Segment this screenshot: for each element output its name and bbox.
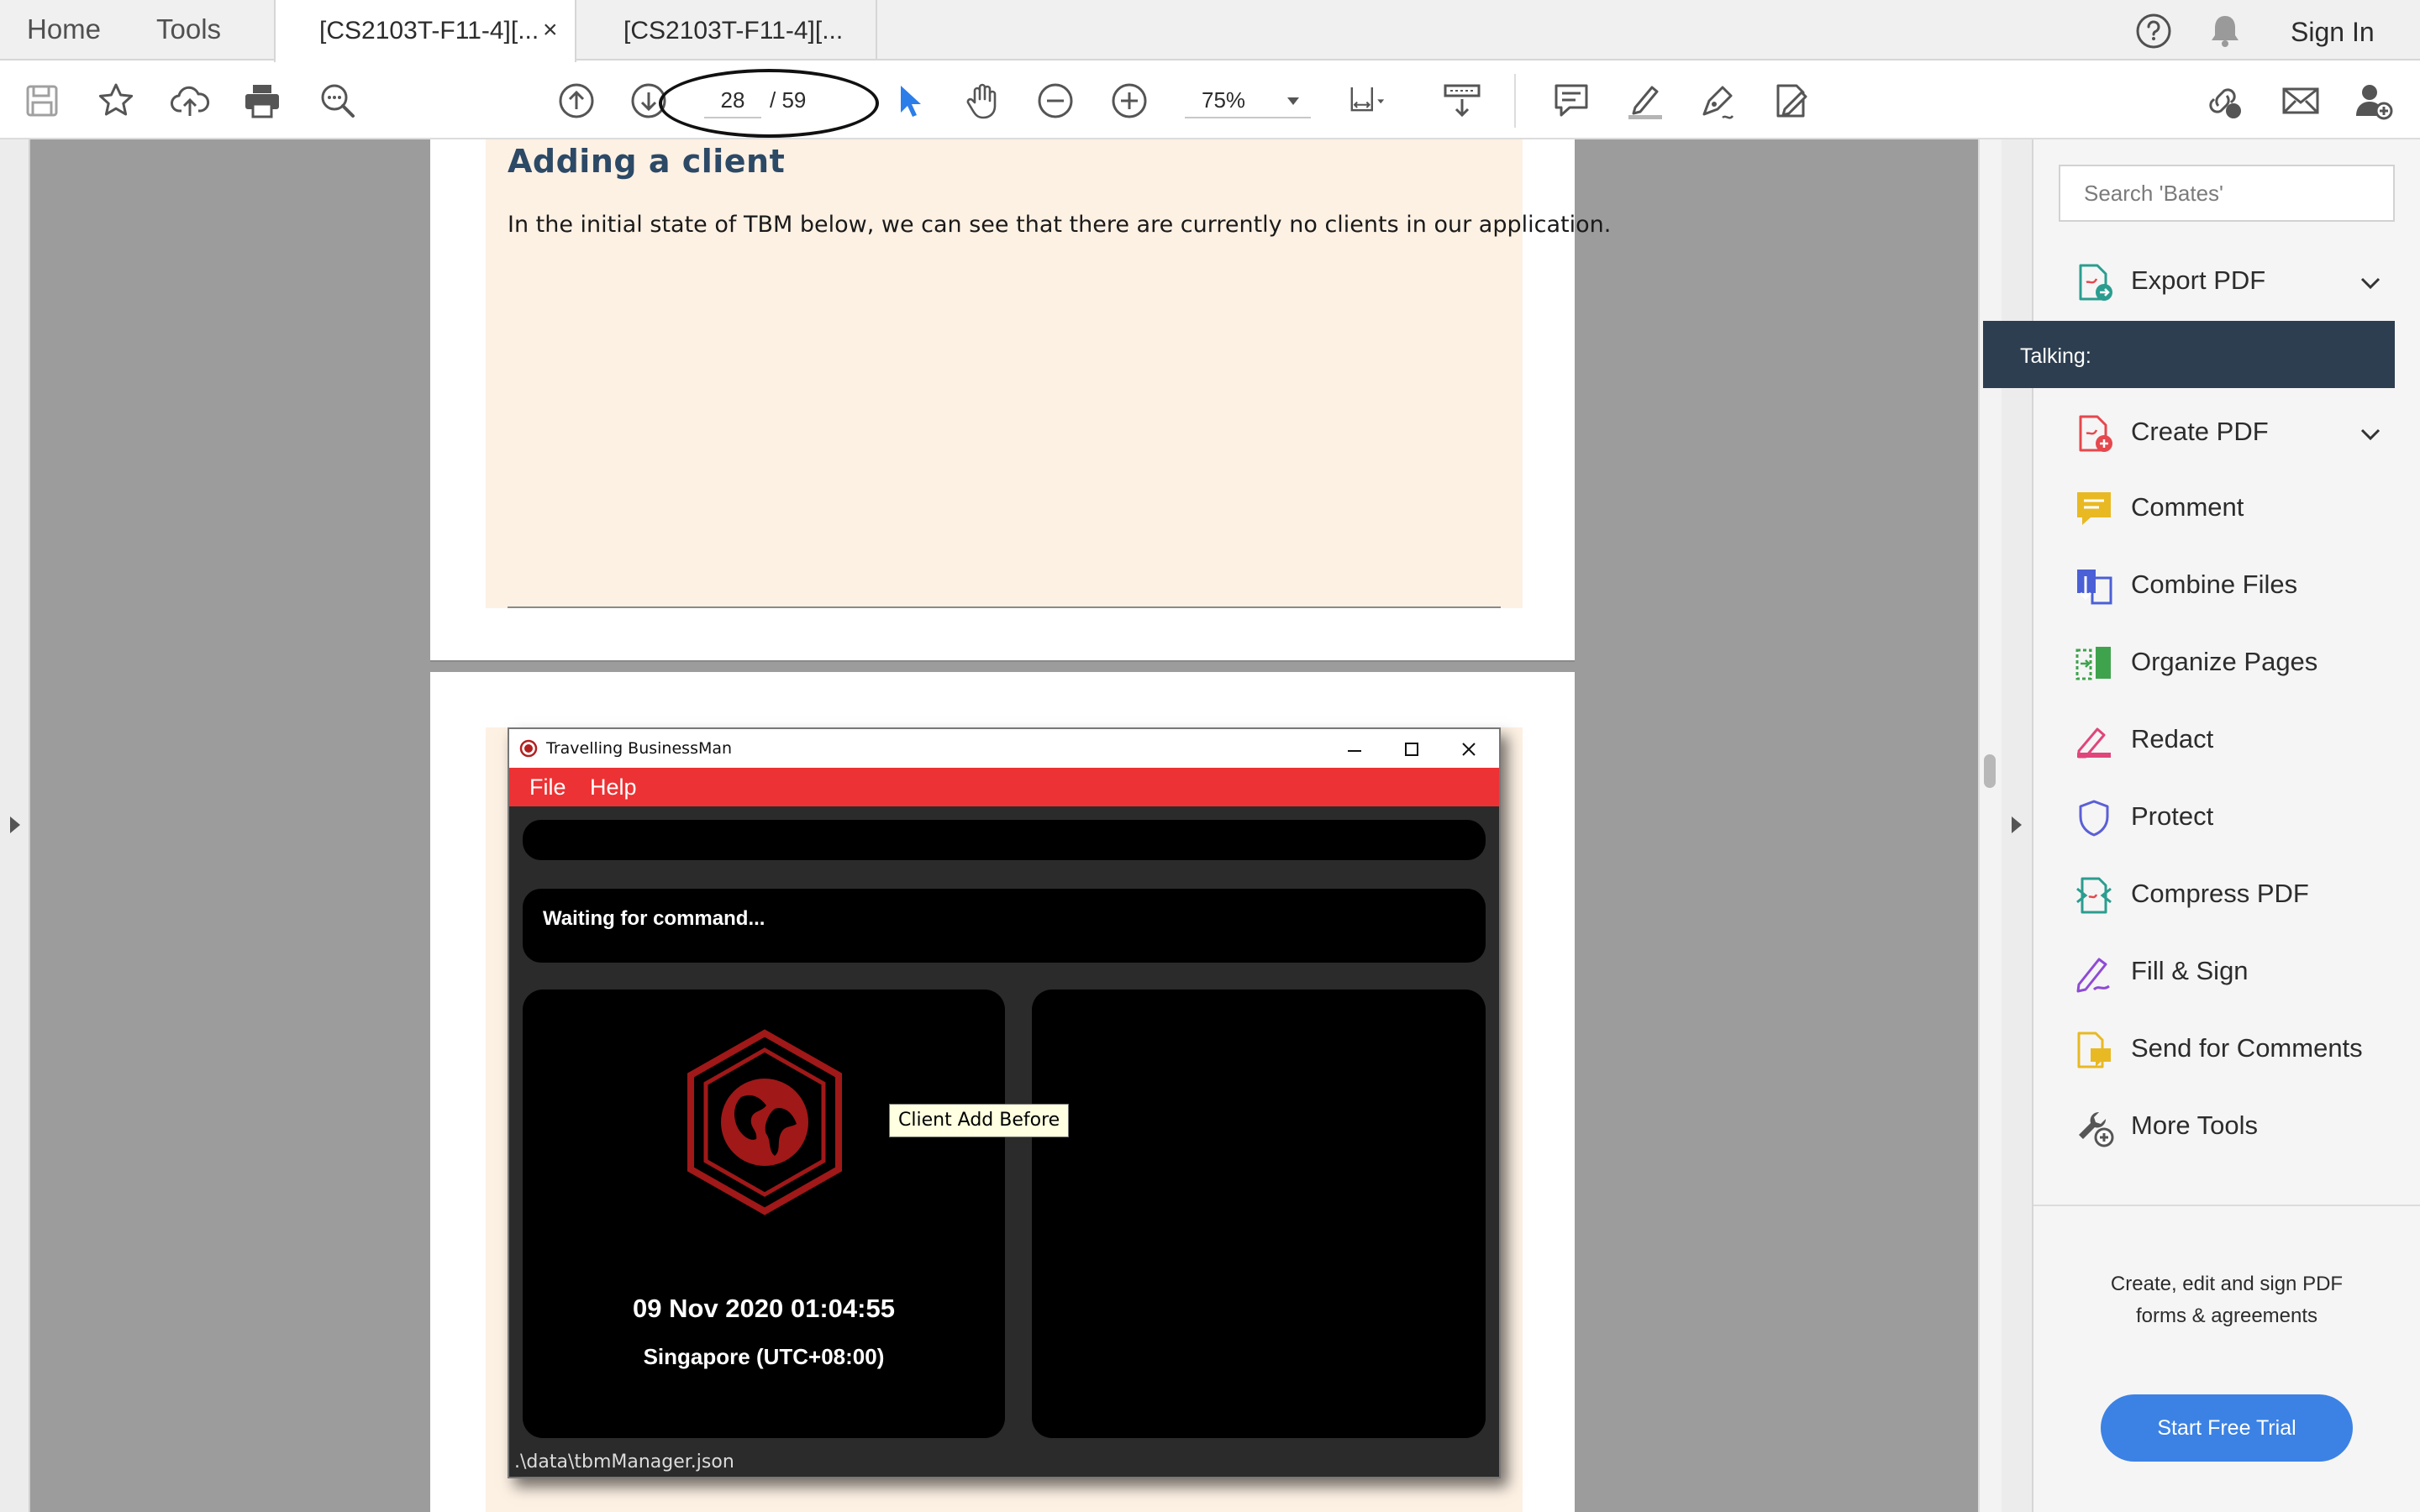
save-icon[interactable] [22,81,62,121]
send-for-comments-icon [2077,1032,2111,1068]
tool-redact[interactable]: Redact [2033,707,2420,774]
globe-hexagon-icon [687,1029,842,1215]
tool-organize-pages[interactable]: Organize Pages [2033,630,2420,697]
tool-label: Combine Files [2131,570,2298,599]
chevron-down-icon[interactable] [2358,422,2383,447]
protect-icon [2079,800,2109,837]
tool-compress-pdf[interactable]: Compress PDF [2033,862,2420,929]
start-free-trial-button[interactable]: Start Free Trial [2101,1394,2353,1462]
comment-icon [2077,492,2111,525]
zoom-caret-icon [1287,97,1299,105]
close-tab-icon[interactable]: × [543,15,558,45]
section-paragraph: In the initial state of TBM below, we ca… [508,212,1612,238]
tool-label: Create PDF [2131,417,2269,446]
tool-label: More Tools [2131,1110,2259,1140]
expand-left-panel-icon[interactable] [10,816,20,833]
share-link-icon[interactable] [2203,81,2244,121]
minimize-icon [1348,750,1361,752]
document-tab-label: [CS2103T-F11-4][... [319,17,539,45]
tool-label: Comment [2131,492,2244,522]
app-logo-icon [519,739,538,758]
highlight-icon[interactable] [1625,81,1665,121]
app-timezone: Singapore (UTC+08:00) [643,1344,885,1369]
app-menu-help: Help [590,774,637,800]
print-icon[interactable] [242,81,282,121]
page-fit-icon[interactable] [1348,81,1388,121]
collapse-right-panel-icon[interactable] [2012,816,2022,833]
tool-fill-sign[interactable]: Fill & Sign [2033,939,2420,1006]
annotation-circle [659,69,879,138]
document-tab[interactable]: [CS2103T-F11-4][... [578,0,877,60]
toolbar: / 59 75% [0,62,2420,139]
app-date-time: 09 Nov 2020 01:04:55 [633,1294,895,1323]
home-tab[interactable]: Home [27,0,101,60]
zoom-in-icon[interactable] [1109,81,1150,121]
more-tools-icon [2079,1111,2114,1147]
app-menu-file: File [529,774,566,800]
app-title: Travelling BusinessMan [546,739,733,758]
maximize-icon [1405,743,1418,756]
tools-search-input[interactable] [2059,165,2395,222]
promo-line: Create, edit and sign PDF [2110,1273,2344,1295]
tool-label: Export PDF [2131,265,2266,295]
tool-more-tools[interactable]: More Tools [2033,1094,2420,1161]
draw-pen-icon[interactable] [1697,81,1738,121]
app-result-text: Waiting for command... [543,907,765,930]
app-command-box [523,820,1486,860]
talking-tooltip-text: Talking: [2020,344,2091,368]
previous-page-icon[interactable] [556,81,597,121]
toolbar-divider [1514,74,1516,128]
app-menubar [509,768,1499,806]
tool-label: Protect [2131,801,2214,831]
tool-label: Redact [2131,724,2214,753]
combine-files-icon [2077,570,2112,605]
document-tab-label: [CS2103T-F11-4][... [623,17,844,45]
app-status-path: .\data\tbmManager.json [514,1452,734,1473]
add-user-icon[interactable] [2353,81,2393,121]
scrolling-mode-icon[interactable] [1442,81,1482,121]
section-divider [508,606,1501,608]
find-text-icon[interactable] [318,81,358,121]
section-heading: Adding a client [508,143,786,180]
pane-divider [2033,1205,2420,1206]
compress-pdf-icon [2076,877,2112,914]
help-icon[interactable] [2134,12,2173,50]
select-cursor-icon[interactable] [889,81,929,121]
fill-sign-icon[interactable] [1771,81,1812,121]
scrollbar-thumb[interactable] [1984,754,1996,788]
fill-sign-icon [2076,958,2110,993]
zoom-value: 75% [1202,87,1246,113]
organize-pages-icon [2075,647,2111,680]
tool-label: Compress PDF [2131,879,2309,908]
tool-combine-files[interactable]: Combine Files [2033,553,2420,620]
notifications-bell-icon[interactable] [2207,12,2244,50]
close-window-icon [1462,743,1476,756]
export-pdf-icon [2079,264,2112,301]
tool-export-pdf[interactable]: Export PDF [2033,249,2420,316]
redact-icon [2077,727,2111,759]
create-pdf-icon [2079,415,2112,452]
comment-icon[interactable] [1551,81,1591,121]
bookmark-star-icon[interactable] [96,81,136,121]
document-tab-active[interactable]: [CS2103T-F11-4][... [274,0,576,62]
app-client-list-panel [1032,990,1486,1438]
sign-in-link[interactable]: Sign In [2291,0,2375,60]
tool-label: Fill & Sign [2131,956,2249,985]
image-caption-tooltip: Client Add Before [889,1104,1070,1137]
tool-label: Organize Pages [2131,647,2318,676]
zoom-out-icon[interactable] [1035,81,1076,121]
highlighted-section [486,139,1523,608]
promo-text: Create, edit and sign PDF forms & agreem… [2042,1268,2412,1332]
tool-comment[interactable]: Comment [2033,475,2420,543]
tool-send-for-comments[interactable]: Send for Comments [2033,1016,2420,1084]
upload-cloud-icon[interactable] [170,81,210,121]
hand-tool-icon[interactable] [963,81,1003,121]
promo-line: forms & agreements [2135,1305,2318,1327]
chevron-down-icon[interactable] [2358,270,2383,296]
tool-create-pdf[interactable]: Create PDF [2033,400,2420,467]
tools-tab[interactable]: Tools [156,0,221,60]
tool-protect[interactable]: Protect [2033,785,2420,852]
tool-label: Send for Comments [2131,1033,2363,1063]
email-icon[interactable] [2281,81,2321,121]
